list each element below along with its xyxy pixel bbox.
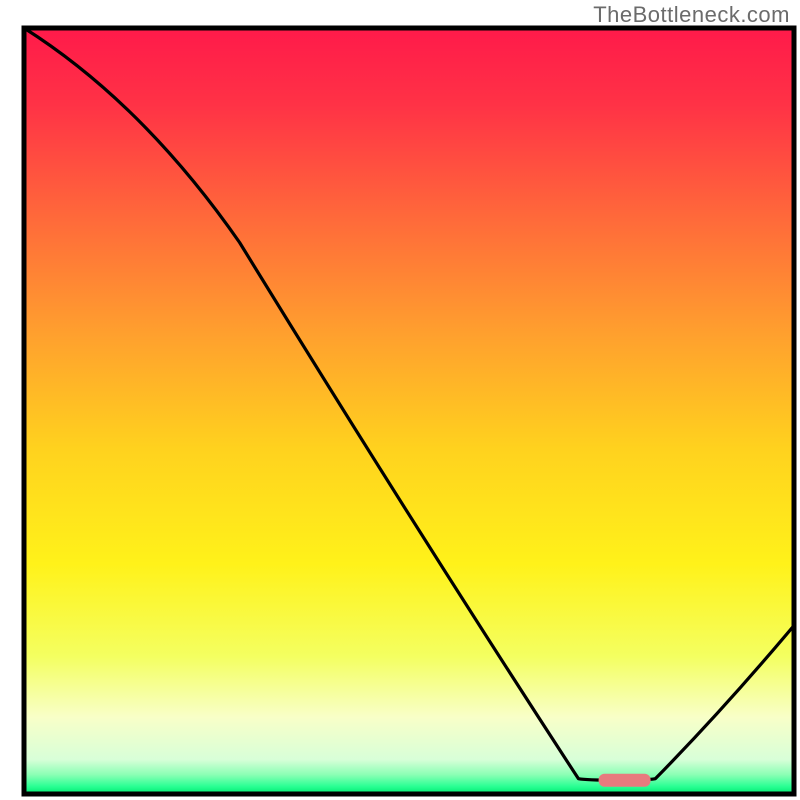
chart-frame: TheBottleneck.com — [0, 0, 800, 800]
plot-area — [24, 28, 794, 794]
optimal-marker — [599, 774, 651, 787]
watermark-text: TheBottleneck.com — [593, 2, 790, 28]
gradient-background — [24, 28, 794, 794]
bottleneck-chart — [0, 0, 800, 800]
